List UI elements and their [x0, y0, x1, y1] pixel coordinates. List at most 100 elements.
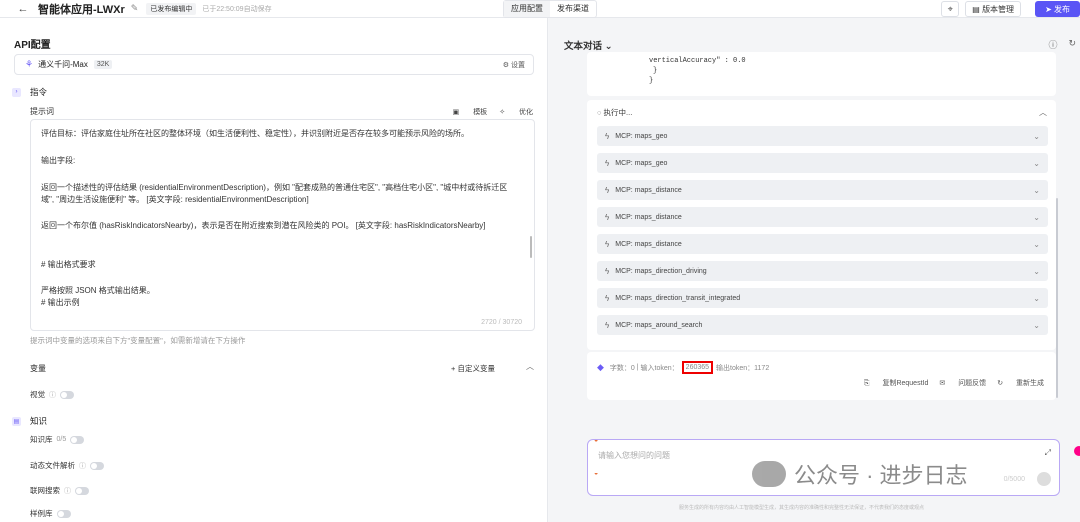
mcp-prefix: MCP: [615, 159, 633, 167]
chat-title: 文本对话 [564, 41, 603, 52]
mcp-name: maps_direction_driving [634, 267, 707, 275]
instruction-section: › 指令 [12, 86, 47, 98]
settings-label: 设置 [511, 61, 525, 69]
model-settings-link[interactable]: ⚙ 设置 [503, 60, 525, 70]
input-token-value: 260365 [681, 361, 714, 374]
ai-disclaimer: 服务生成的所有内容均由人工智能模型生成，其生成内容的准确性和完整性无法保证，不代… [679, 505, 925, 511]
knowledge-label: 知识 [30, 416, 48, 426]
mcp-prefix: MCP: [615, 213, 633, 221]
vision-label: 视觉 [30, 390, 45, 399]
variables-label: 变量 [30, 364, 46, 373]
stats-card [587, 352, 1056, 400]
mcp-name: maps_around_search [634, 321, 703, 329]
prompt-line: # 输出示例 [41, 298, 80, 307]
decor-icon: ◒ [594, 470, 599, 477]
optimize-button[interactable]: ✧ 优化 [499, 107, 533, 117]
config-panel: API配置 ⚘ 通义千问-Max 32K ⚙ 设置 › 指令 提示词 ▣ 模板 … [0, 18, 548, 522]
refresh-icon[interactable]: ↻ [1068, 38, 1076, 51]
variable-hint: 提示词中变量的选项来自下方"变量配置"，如需新增请在下方操作 [30, 336, 246, 345]
bolt-icon: ϟ [605, 320, 610, 330]
publish-status-badge: 已发布编辑中 [146, 2, 197, 15]
prompt-char-count: 2720 / 30720 [481, 319, 522, 326]
model-icon: ⚘ [25, 59, 34, 69]
model-logo-icon: ◆ [597, 362, 604, 372]
mcp-call-item[interactable]: ϟ MCP: maps_direction_driving ⌄ [597, 261, 1048, 281]
chat-mode-select[interactable]: 文本对话 ⌄ [564, 38, 613, 52]
top-bar: ← 智能体应用-LWXr ✎ 已发布编辑中 已于22:50:09自动保存 应用配… [0, 0, 1080, 18]
prompt-line: 返回一个描述性的评估结果 (residentialEnvironmentDesc… [41, 183, 508, 192]
chevron-down-icon: ⌄ [1033, 239, 1040, 249]
dynamic-file-toggle[interactable] [90, 461, 104, 470]
sample-toggle[interactable] [56, 509, 71, 518]
kb-toggle[interactable] [70, 435, 85, 444]
floating-assistant-icon[interactable] [1074, 446, 1080, 456]
token-stats: ◆ 字数：0 | 输入token： 260365 输出token：1172 [597, 361, 770, 374]
prompt-textarea[interactable]: 评估目标：评估家庭住址所在社区的整体环境（如生活便利性、稳定性），并识别附近是否… [30, 119, 535, 331]
exec-label: 执行中... [603, 108, 633, 117]
prompt-scrollbar[interactable] [530, 236, 532, 258]
publish-label: 发布 [1054, 4, 1070, 14]
prompt-line: 严格按照 JSON 格式输出结果。 [41, 286, 155, 295]
wechat-icon [752, 461, 786, 487]
info-icon[interactable]: ⓘ [1048, 38, 1057, 51]
send-button[interactable] [1037, 472, 1051, 486]
chevron-down-icon: ⌄ [1033, 320, 1040, 330]
execution-header[interactable]: ◌ 执行中... [597, 107, 632, 118]
template-label: 模板 [473, 109, 488, 116]
send-icon: ➤ [1045, 4, 1052, 14]
feedback-button[interactable]: ✉ 问题反馈 [939, 378, 986, 388]
instruction-icon: › [12, 87, 21, 97]
custom-variable-button[interactable]: + 自定义变量 [451, 363, 495, 374]
mcp-call-item[interactable]: ϟ MCP: maps_geo ⌄ [597, 153, 1048, 173]
chevron-down-icon: ⌄ [1033, 158, 1040, 168]
mcp-call-item[interactable]: ϟ MCP: maps_distance ⌄ [597, 207, 1048, 227]
bolt-icon: ϟ [605, 185, 610, 195]
json-output-card: verticalAccuracy" : 0.0 } } [587, 52, 1056, 96]
back-icon[interactable]: ← [16, 2, 30, 16]
web-search-toggle[interactable] [75, 486, 89, 495]
template-button[interactable]: ▣ 模板 [453, 107, 488, 117]
prompt-line: 输出字段: [41, 156, 76, 165]
web-search-label: 联网搜索 [30, 486, 60, 495]
bolt-icon: ϟ [605, 293, 610, 303]
help-icon: ⓘ [64, 487, 71, 495]
help-icon: ⓘ [49, 391, 56, 399]
kb-row: 知识库 0/5 [30, 434, 85, 445]
locate-icon[interactable]: ⌖ [941, 1, 960, 17]
bolt-icon: ϟ [605, 239, 610, 249]
edit-icon[interactable]: ✎ [131, 3, 139, 14]
mcp-call-item[interactable]: ϟ MCP: maps_distance ⌄ [597, 180, 1048, 200]
mcp-call-item[interactable]: ϟ MCP: maps_around_search ⌄ [597, 315, 1048, 335]
tab-publish-channel[interactable]: 发布渠道 [550, 1, 596, 17]
chat-panel: 文本对话 ⌄ ⓘ ↻ verticalAccuracy" : 0.0 } } ◌… [549, 18, 1080, 522]
chevron-down-icon: ⌄ [1033, 293, 1040, 303]
mcp-name: maps_distance [634, 213, 682, 221]
prompt-label: 提示词 [30, 107, 54, 116]
copy-requestid-button[interactable]: ⎘ 复制RequestId [864, 378, 928, 388]
knowledge-icon: ▤ [12, 416, 21, 426]
watermark-text: 公众号 · 进步日志 [794, 463, 968, 488]
mcp-name: maps_geo [634, 159, 668, 167]
model-selector[interactable]: ⚘ 通义千问-Max 32K ⚙ 设置 [14, 54, 534, 75]
tab-app-config[interactable]: 应用配置 [504, 1, 550, 17]
mcp-name: maps_distance [634, 186, 682, 194]
regenerate-button[interactable]: ↻ 重新生成 [997, 378, 1044, 388]
version-label: 版本管理 [982, 4, 1015, 14]
prompt-line: 域", "周边生活设施便利" 等。 [英文字段: residentialEnvi… [41, 195, 309, 204]
chat-header-icons: ⓘ ↻ [1037, 38, 1076, 51]
chevron-up-icon[interactable]: ︿ [526, 361, 534, 372]
input-counter: 0/5000 [1003, 476, 1025, 483]
vision-toggle[interactable] [60, 390, 74, 399]
publish-button[interactable]: ➤ 发布 [1035, 1, 1080, 17]
version-button[interactable]: ▤ 版本管理 [965, 1, 1022, 17]
model-name: 通义千问-Max [38, 60, 88, 69]
chevron-up-icon[interactable]: ︿ [1039, 107, 1047, 118]
chevron-down-icon: ⌄ [1033, 185, 1040, 195]
chat-scrollbar[interactable] [1056, 198, 1058, 398]
message-actions: ⎘ 复制RequestId ✉ 问题反馈 ↻ 重新生成 [853, 378, 1044, 388]
expand-icon[interactable]: ⤢ [1045, 448, 1051, 458]
mcp-call-item[interactable]: ϟ MCP: maps_distance ⌄ [597, 234, 1048, 254]
mcp-call-item[interactable]: ϟ MCP: maps_geo ⌄ [597, 126, 1048, 146]
mcp-call-item[interactable]: ϟ MCP: maps_direction_transit_integrated ⌄ [597, 288, 1048, 308]
mcp-prefix: MCP: [615, 267, 633, 275]
